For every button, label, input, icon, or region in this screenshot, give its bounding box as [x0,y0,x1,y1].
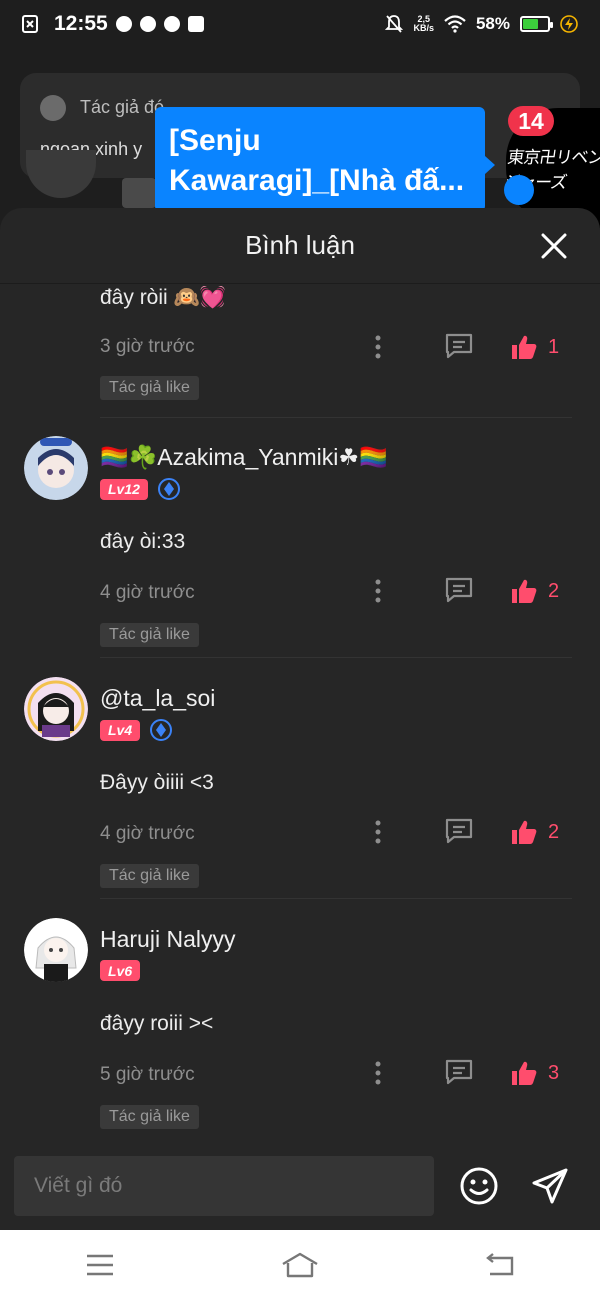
more-icon [375,579,381,603]
chrome-icon [163,16,180,32]
more-icon [375,1061,381,1085]
reply-icon [445,818,473,844]
screenshot-icon [22,15,38,33]
divider [100,417,572,418]
back-button[interactable] [480,1249,520,1281]
like-count: 2 [548,820,560,843]
background-author: Tác giả đó [80,97,165,117]
like-button[interactable]: 3 [510,1058,559,1088]
comment-text: đây ròii 🙉💓 [100,286,226,309]
reply-button[interactable] [444,1058,474,1086]
more-options-button[interactable] [370,1060,386,1086]
comment-time: 3 giờ trước [100,336,195,357]
user-badges: Lv4 [100,719,173,741]
comments-list[interactable]: đây ròii 🙉💓 3 giờ trước 1 Tác giả like 🏳… [0,284,600,1144]
author-like-tag: Tác giả like [100,376,199,400]
tooltip-arrow [485,156,495,174]
more-options-button[interactable] [370,334,386,360]
battery-percent: 58% [475,14,510,33]
reply-button[interactable] [444,817,474,845]
like-button[interactable]: 2 [510,576,559,606]
story-title-tooltip[interactable]: [Senju Kawaragi]_[Nhà đấ... [155,107,485,212]
menu-icon [87,1254,113,1276]
thumbs-up-icon [512,820,537,844]
messenger-icon [115,16,132,32]
reply-icon [445,333,473,359]
thumbs-up-icon [512,579,537,603]
avatar[interactable] [24,918,88,982]
like-count: 2 [548,579,560,602]
background-thumbnail [122,178,156,208]
more-options-button[interactable] [370,819,386,845]
chat-icon [504,175,534,205]
comment-author[interactable]: @ta_la_soi [100,685,215,712]
background-avatar [26,150,96,198]
author-like-tag: Tác giả like [100,623,199,647]
home-button[interactable] [280,1249,320,1281]
like-count: 1 [548,335,560,358]
reply-icon [445,1059,473,1085]
wifi-icon [444,15,466,33]
close-button[interactable] [540,232,568,260]
comment-author[interactable]: Haruji Nalyyy [100,926,235,953]
comment-input[interactable]: Viết gì đó [14,1156,434,1216]
story-count-badge: 14 [508,106,554,136]
reply-icon [445,577,473,603]
status-bar: 12:55 2,5 KB/s 58% [0,0,600,48]
status-time: 12:55 [54,12,108,35]
comment-time: 5 giờ trước [100,1064,195,1085]
close-icon [541,233,567,259]
user-badges: Lv6 [100,960,141,981]
verified-icon [150,719,173,741]
avatar [40,95,66,121]
level-badge: Lv12 [100,478,148,500]
avatar[interactable] [24,677,88,741]
divider [100,898,572,899]
avatar[interactable] [24,436,88,500]
comment-time: 4 giờ trước [100,582,195,603]
system-nav-bar [0,1230,600,1300]
comments-sheet: Bình luận đây ròii 🙉💓 3 giờ trước 1 Tác … [0,208,600,1230]
mute-icon [385,14,404,34]
more-icon [375,820,381,844]
more-icon [375,335,381,359]
user-badges: Lv12 [100,478,180,500]
like-button[interactable]: 1 [510,332,559,362]
battery-icon [520,16,553,32]
author-like-tag: Tác giả like [100,1105,199,1129]
send-button[interactable] [530,1166,570,1206]
charging-icon [560,15,578,33]
thumbs-up-icon [512,335,537,359]
sheet-title: Bình luận [245,230,355,260]
baomoi-icon [187,16,204,32]
emoji-icon [460,1167,498,1205]
sheet-header: Bình luận [0,208,600,284]
comment-time: 4 giờ trước [100,823,195,844]
zalo-icon [139,16,156,32]
level-badge: Lv6 [100,960,141,981]
send-icon [532,1168,568,1204]
comment-text: đâyy roiii >< [100,1012,214,1035]
thumbs-up-icon [512,1061,537,1085]
like-button[interactable]: 2 [510,817,559,847]
net-speed: 2,5 KB/s [413,14,434,33]
home-icon [282,1252,318,1278]
reply-button[interactable] [444,576,474,604]
author-like-tag: Tác giả like [100,864,199,888]
like-count: 3 [548,1061,560,1084]
emoji-button[interactable] [459,1166,499,1206]
level-badge: Lv4 [100,719,141,741]
comment-author[interactable]: 🏳️‍🌈☘️Azakima_Yanmiki☘🏳️‍🌈 [100,444,388,471]
verified-icon [157,478,180,500]
reply-button[interactable] [444,332,474,360]
comment-input-bar: Viết gì đó [0,1144,600,1230]
comment-text: đây òi:33 [100,530,186,553]
input-placeholder: Viết gì đó [34,1174,123,1197]
more-options-button[interactable] [370,578,386,604]
menu-button[interactable] [80,1249,120,1281]
divider [100,657,572,658]
comment-text: Đâyy òiiii <3 [100,771,214,794]
back-icon [486,1253,514,1276]
